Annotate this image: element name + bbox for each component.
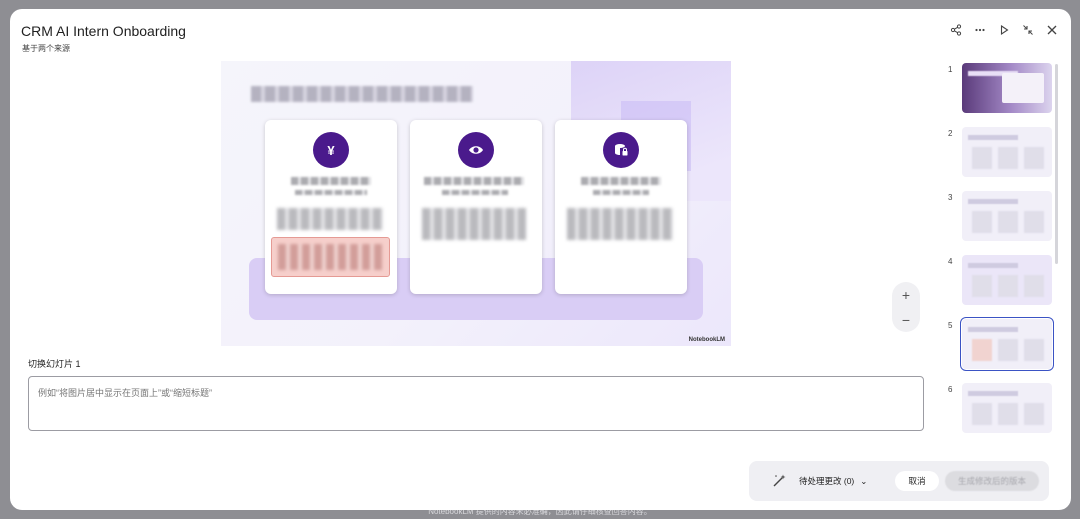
generate-button[interactable]: 生成修改后的版本 xyxy=(945,471,1039,491)
eye-icon xyxy=(458,132,494,168)
thumbnail-number: 2 xyxy=(948,129,953,138)
close-icon[interactable] xyxy=(1045,23,1059,37)
slide-card xyxy=(410,120,542,294)
card-body-redacted xyxy=(422,208,526,240)
thumbnail-item[interactable]: 3 xyxy=(940,191,1058,245)
card-heading-redacted xyxy=(424,177,524,185)
slide-editor-dialog: CRM AI Intern Onboarding 基于两个来源 ¥ Notebo… xyxy=(10,9,1071,510)
zoom-controls: + − xyxy=(892,282,920,332)
play-icon[interactable] xyxy=(997,23,1011,37)
more-icon[interactable] xyxy=(973,23,987,37)
slide-edit-label: 切换幻灯片 1 xyxy=(28,359,81,369)
thumbnail-image[interactable] xyxy=(962,255,1052,305)
thumbnail-image[interactable] xyxy=(962,127,1052,177)
thumbnail-number: 6 xyxy=(948,385,953,394)
card-heading-redacted xyxy=(291,177,371,185)
card-heading-redacted xyxy=(581,177,661,185)
card-body-redacted xyxy=(567,208,673,240)
magic-wand-icon xyxy=(771,473,787,489)
thumbnail-number: 5 xyxy=(948,321,953,330)
database-lock-icon xyxy=(603,132,639,168)
thumbnail-image[interactable] xyxy=(962,191,1052,241)
dialog-subtitle: 基于两个来源 xyxy=(22,44,70,53)
thumbnail-image[interactable] xyxy=(962,383,1052,433)
thumbnail-image[interactable] xyxy=(962,63,1052,113)
thumbnail-number: 4 xyxy=(948,257,953,266)
notebooklm-logo: NotebookLM xyxy=(688,337,725,343)
thumbnail-item[interactable]: 1 xyxy=(940,63,1058,117)
thumbnail-scrollbar[interactable] xyxy=(1055,64,1058,264)
slide-title-redacted xyxy=(251,86,473,102)
collapse-icon[interactable] xyxy=(1021,23,1035,37)
top-toolbar xyxy=(949,23,1059,37)
thumbnail-item-active[interactable]: 5 xyxy=(940,317,1058,373)
thumbnail-item[interactable]: 2 xyxy=(940,127,1058,181)
slide-card xyxy=(555,120,687,294)
card-subheading-redacted xyxy=(295,190,367,195)
slide-preview: ¥ NotebookLM xyxy=(221,61,731,346)
thumbnail-item[interactable]: 4 xyxy=(940,255,1058,309)
chevron-down-icon: ⌄ xyxy=(860,475,868,486)
action-bar: 待处理更改 (0) ⌄ 取消 生成修改后的版本 xyxy=(749,461,1049,501)
thumbnail-number: 1 xyxy=(948,65,953,74)
share-icon[interactable] xyxy=(949,23,963,37)
card-subheading-redacted xyxy=(442,190,508,195)
zoom-out-button[interactable]: − xyxy=(902,312,910,328)
pending-changes-label: 待处理更改 (0) xyxy=(799,476,855,486)
slide-thumbnail-list[interactable]: 1 2 3 4 5 6 xyxy=(940,61,1058,451)
zoom-in-button[interactable]: + xyxy=(902,287,910,303)
highlight-box xyxy=(271,237,390,277)
edit-prompt-input[interactable] xyxy=(28,376,924,431)
thumbnail-image[interactable] xyxy=(960,317,1054,371)
thumbnail-number: 3 xyxy=(948,193,953,202)
cancel-button[interactable]: 取消 xyxy=(895,471,939,491)
pending-changes-dropdown[interactable]: 待处理更改 (0) ⌄ xyxy=(799,475,867,487)
yen-icon: ¥ xyxy=(313,132,349,168)
thumbnail-item[interactable]: 6 xyxy=(940,383,1058,437)
slide-card: ¥ xyxy=(265,120,397,294)
card-subheading-redacted xyxy=(593,190,649,195)
highlight-text-redacted xyxy=(278,244,382,270)
dialog-title: CRM AI Intern Onboarding xyxy=(21,23,186,39)
card-body-redacted xyxy=(277,208,383,230)
